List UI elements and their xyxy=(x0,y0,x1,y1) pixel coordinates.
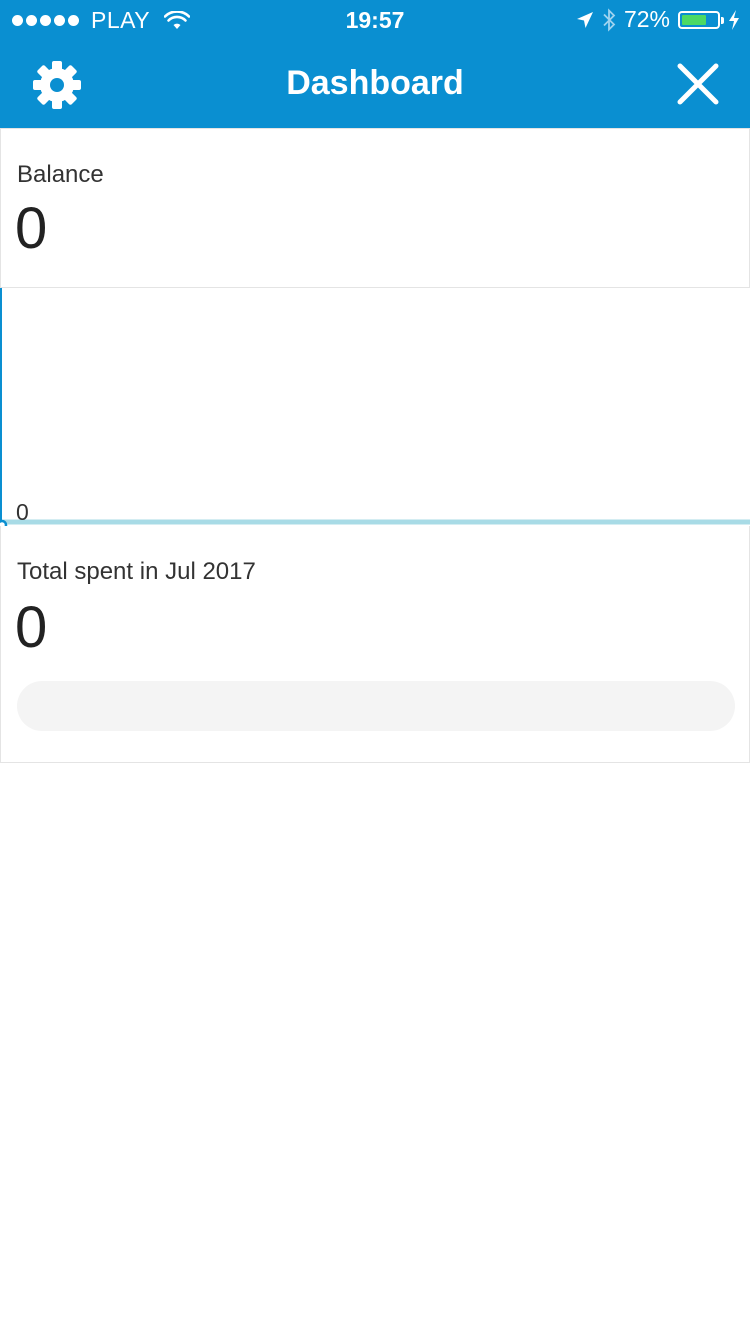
balance-card: Balance 0 xyxy=(0,128,750,288)
balance-chart: 0 xyxy=(0,288,750,526)
bluetooth-icon xyxy=(603,7,616,32)
top-bar: PLAY 19:57 72% Dashboard xyxy=(0,0,750,128)
charging-bolt-icon xyxy=(729,9,739,30)
chart-tick-label: 0 xyxy=(16,499,29,525)
spent-value: 0 xyxy=(15,595,48,660)
close-icon[interactable] xyxy=(676,62,720,106)
balance-label: Balance xyxy=(17,161,104,188)
status-bar: PLAY 19:57 72% xyxy=(0,0,750,40)
page-title: Dashboard xyxy=(286,64,464,102)
spent-label: Total spent in Jul 2017 xyxy=(17,558,256,585)
spent-progress-bar xyxy=(17,681,735,731)
spent-card: Total spent in Jul 2017 0 xyxy=(0,526,750,763)
location-arrow-icon xyxy=(576,11,593,28)
battery-percent: 72% xyxy=(623,6,670,32)
battery-fill xyxy=(682,14,706,25)
status-right: 72% xyxy=(576,6,740,33)
nav-bar: Dashboard xyxy=(0,40,750,128)
battery-icon xyxy=(678,10,724,29)
balance-value: 0 xyxy=(15,196,48,261)
battery-cap xyxy=(721,16,724,24)
